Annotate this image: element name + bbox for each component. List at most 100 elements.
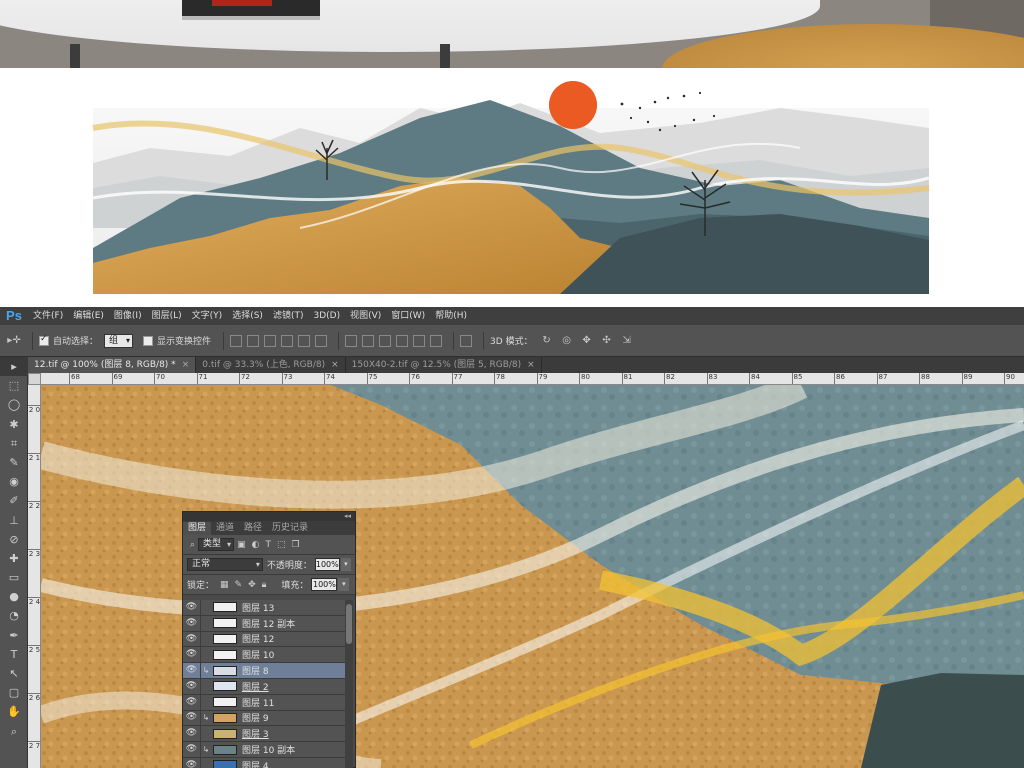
- doc-tab[interactable]: 150X40-2.tif @ 12.5% (图层 5, RGB/8) ×: [346, 357, 542, 373]
- lock-transparent-icon[interactable]: ▦: [220, 580, 229, 590]
- slide-3d-icon[interactable]: ✣: [599, 334, 615, 348]
- tab-history[interactable]: 历史记录: [267, 522, 313, 535]
- align-left-icon[interactable]: [281, 334, 294, 347]
- align-right-icon[interactable]: [315, 334, 328, 347]
- crop-tool-icon[interactable]: ⌗: [0, 434, 28, 453]
- layer-name[interactable]: 图层 8: [242, 664, 269, 677]
- roll-3d-icon[interactable]: ◎: [559, 334, 575, 348]
- rotate-3d-icon[interactable]: ↻: [539, 334, 555, 348]
- chevron-down-icon[interactable]: ▾: [340, 558, 351, 571]
- align-vcenter-icon[interactable]: [247, 334, 260, 347]
- menu-layer[interactable]: 图层(L): [147, 307, 187, 325]
- menu-file[interactable]: 文件(F): [28, 307, 68, 325]
- align-hcenter-icon[interactable]: [298, 334, 311, 347]
- layer-row[interactable]: 👁︎ ↳ 图层 10 副本: [183, 742, 345, 758]
- zoom-tool-icon[interactable]: ⌕: [0, 722, 28, 741]
- layer-name[interactable]: 图层 3: [242, 727, 269, 740]
- distribute-vcenter-icon[interactable]: [362, 334, 375, 347]
- close-icon[interactable]: ×: [527, 360, 535, 370]
- filter-text-icon[interactable]: T: [265, 540, 271, 550]
- brush-tool-icon[interactable]: ✐: [0, 491, 28, 510]
- drag-3d-icon[interactable]: ✥: [579, 334, 595, 348]
- layer-thumbnail[interactable]: [213, 602, 237, 613]
- visibility-eye-icon[interactable]: 👁︎: [183, 631, 201, 647]
- move-tool-icon[interactable]: ▸: [0, 357, 28, 377]
- layer-name[interactable]: 图层 12: [242, 632, 274, 645]
- spot-heal-tool-icon[interactable]: ◉: [0, 472, 28, 491]
- layer-thumbnail[interactable]: [213, 665, 237, 676]
- auto-align-icon[interactable]: [460, 334, 473, 347]
- layer-name[interactable]: 图层 4: [242, 759, 269, 768]
- stamp-tool-icon[interactable]: ⊥: [0, 511, 28, 530]
- fill-input[interactable]: 100%: [311, 578, 338, 591]
- visibility-eye-icon[interactable]: 👁︎: [183, 694, 201, 710]
- eraser-tool-icon[interactable]: ✚: [0, 549, 28, 568]
- pen-tool-icon[interactable]: ✒: [0, 626, 28, 645]
- shape-tool-icon[interactable]: ▢: [0, 683, 28, 702]
- gradient-tool-icon[interactable]: ▭: [0, 568, 28, 587]
- distribute-top-icon[interactable]: [345, 334, 358, 347]
- visibility-eye-icon[interactable]: 👁︎: [183, 678, 201, 694]
- visibility-eye-icon[interactable]: 👁︎: [183, 757, 201, 768]
- filter-pixel-icon[interactable]: ▣: [237, 540, 246, 550]
- filter-smart-icon[interactable]: ❐: [291, 540, 299, 550]
- layer-name[interactable]: 图层 2: [242, 680, 269, 693]
- layer-row[interactable]: 👁︎ 图层 12 副本: [183, 615, 345, 632]
- menu-edit[interactable]: 编辑(E): [68, 307, 109, 325]
- layer-name[interactable]: 图层 11: [242, 696, 274, 709]
- filter-shape-icon[interactable]: ⬚: [277, 540, 286, 550]
- lock-icon[interactable]: 🔒︎: [262, 580, 267, 590]
- menu-select[interactable]: 选择(S): [227, 307, 268, 325]
- menu-3d[interactable]: 3D(D): [308, 307, 345, 325]
- distribute-left-icon[interactable]: [396, 334, 409, 347]
- auto-select-checkbox[interactable]: [39, 334, 49, 346]
- layer-row[interactable]: 👁︎ 图层 4: [183, 757, 345, 768]
- menu-type[interactable]: 文字(Y): [187, 307, 228, 325]
- align-bottom-icon[interactable]: [264, 334, 277, 347]
- align-top-icon[interactable]: [230, 334, 243, 347]
- layer-thumbnail[interactable]: [213, 760, 237, 768]
- show-transform-checkbox[interactable]: [143, 335, 154, 346]
- layer-thumbnail[interactable]: [213, 649, 237, 660]
- type-tool-icon[interactable]: T: [0, 645, 28, 664]
- lock-move-icon[interactable]: ✥: [248, 580, 256, 590]
- layer-thumbnail[interactable]: [213, 712, 237, 723]
- lasso-tool-icon[interactable]: ◯: [0, 395, 28, 414]
- tab-channels[interactable]: 通道: [211, 522, 239, 535]
- layer-name[interactable]: 图层 13: [242, 601, 274, 614]
- layer-row[interactable]: 👁︎ ↳ 图层 9: [183, 710, 345, 727]
- layer-row[interactable]: 👁︎ 图层 13: [183, 599, 345, 616]
- close-icon[interactable]: ×: [331, 360, 339, 370]
- layer-thumbnail[interactable]: [213, 618, 237, 629]
- layer-thumbnail[interactable]: [213, 697, 237, 708]
- menu-filter[interactable]: 滤镜(T): [268, 307, 309, 325]
- visibility-eye-icon[interactable]: 👁︎: [183, 599, 201, 615]
- doc-tab[interactable]: 12.tif @ 100% (图层 8, RGB/8) * ×: [28, 357, 197, 373]
- layer-thumbnail[interactable]: [213, 744, 237, 755]
- path-select-tool-icon[interactable]: ↖: [0, 664, 28, 683]
- filter-adjust-icon[interactable]: ◐: [252, 540, 260, 550]
- visibility-eye-icon[interactable]: 👁︎: [183, 742, 201, 758]
- visibility-eye-icon[interactable]: 👁︎: [183, 615, 201, 631]
- visibility-eye-icon[interactable]: 👁︎: [183, 710, 201, 726]
- move-tool-icon[interactable]: ▸✛: [6, 334, 22, 348]
- menu-view[interactable]: 视图(V): [345, 307, 386, 325]
- tab-paths[interactable]: 路径: [239, 522, 267, 535]
- panel-collapse-icon[interactable]: ◂◂: [183, 512, 355, 521]
- layers-scrollbar[interactable]: [345, 600, 353, 768]
- vertical-ruler[interactable]: 2 0 2 1 2 2 2 3 2 4 2 5 2 6 2 7: [28, 385, 41, 768]
- marquee-tool-icon[interactable]: ⬚: [0, 376, 28, 395]
- layer-thumbnail[interactable]: [213, 681, 237, 692]
- quick-select-tool-icon[interactable]: ✱: [0, 415, 28, 434]
- dodge-tool-icon[interactable]: ◔: [0, 606, 28, 625]
- ruler-origin[interactable]: [28, 373, 41, 385]
- close-icon[interactable]: ×: [182, 360, 190, 370]
- layer-row[interactable]: 👁︎ 图层 10: [183, 647, 345, 664]
- layer-row[interactable]: 👁︎ 图层 11: [183, 694, 345, 711]
- horizontal-ruler[interactable]: 68 69 70 71 72 73 74 75 76 77 78 79 80 81 82 83 84 85 86 87…: [41, 373, 1024, 385]
- layer-name[interactable]: 图层 10: [242, 648, 274, 661]
- menu-image[interactable]: 图像(I): [109, 307, 147, 325]
- layer-row[interactable]: 👁︎ ↳ 图层 8: [183, 663, 345, 679]
- menu-window[interactable]: 窗口(W): [386, 307, 430, 325]
- menu-help[interactable]: 帮助(H): [430, 307, 472, 325]
